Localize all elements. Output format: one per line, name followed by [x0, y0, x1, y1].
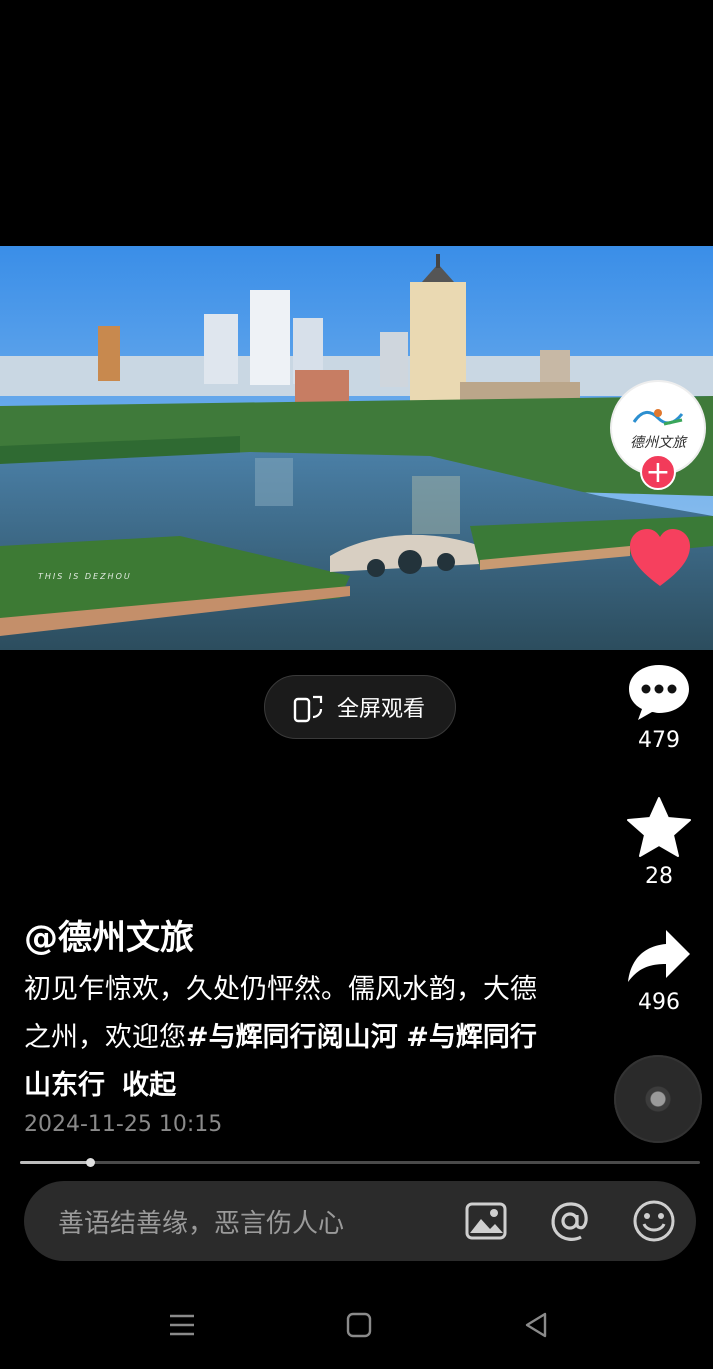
- progress-handle[interactable]: [86, 1158, 96, 1167]
- hashtag-link[interactable]: #与辉同行阅山河: [186, 1022, 398, 1053]
- like-button[interactable]: [628, 528, 692, 590]
- share-count: 496: [638, 990, 680, 1015]
- video-player[interactable]: [0, 246, 713, 650]
- share-button[interactable]: 496: [626, 928, 692, 1015]
- avatar-logo-text: 德州文旅: [630, 435, 686, 451]
- collapse-button[interactable]: 收起: [122, 1070, 176, 1101]
- author-name[interactable]: @德州文旅: [24, 910, 194, 959]
- video-frame-image: [0, 246, 713, 650]
- video-watermark: THIS IS DEZHOU: [38, 572, 132, 581]
- progress-fill: [20, 1161, 91, 1164]
- menu-icon[interactable]: [167, 1310, 197, 1340]
- star-icon: [627, 797, 691, 857]
- music-disc-button[interactable]: [614, 1055, 702, 1143]
- mention-icon[interactable]: [548, 1199, 592, 1243]
- comment-input[interactable]: 善语结善缘，恶言伤人心: [58, 1203, 464, 1240]
- rotate-screen-icon: [293, 695, 323, 723]
- follow-button[interactable]: +: [640, 454, 676, 490]
- image-icon[interactable]: [464, 1199, 508, 1243]
- creator-avatar-group[interactable]: 德州文旅 +: [610, 380, 706, 490]
- share-arrow-icon: [628, 930, 690, 982]
- video-description: 初见乍惊欢，久处仍怦然。儒风水韵，大德之州，欢迎您#与辉同行阅山河 #与辉同行山…: [24, 966, 544, 1110]
- fullscreen-button[interactable]: 全屏观看: [264, 675, 456, 739]
- fullscreen-label: 全屏观看: [337, 697, 426, 722]
- back-icon[interactable]: [521, 1310, 551, 1340]
- favorite-count: 28: [645, 864, 673, 889]
- favorite-button[interactable]: 28: [626, 796, 692, 889]
- post-timestamp: 2024-11-25 10:15: [24, 1112, 223, 1137]
- comment-bubble-icon: [629, 665, 689, 720]
- heart-icon: [630, 529, 690, 586]
- comment-input-bar[interactable]: 善语结善缘，恶言伤人心: [24, 1181, 696, 1261]
- emoji-icon[interactable]: [632, 1199, 676, 1243]
- system-navigation-bar: [0, 1290, 713, 1360]
- video-progress-bar[interactable]: [20, 1158, 700, 1167]
- comment-button[interactable]: 479: [626, 662, 692, 753]
- comment-count: 479: [638, 728, 680, 753]
- tourism-logo-icon: [632, 409, 684, 426]
- home-icon[interactable]: [344, 1310, 374, 1340]
